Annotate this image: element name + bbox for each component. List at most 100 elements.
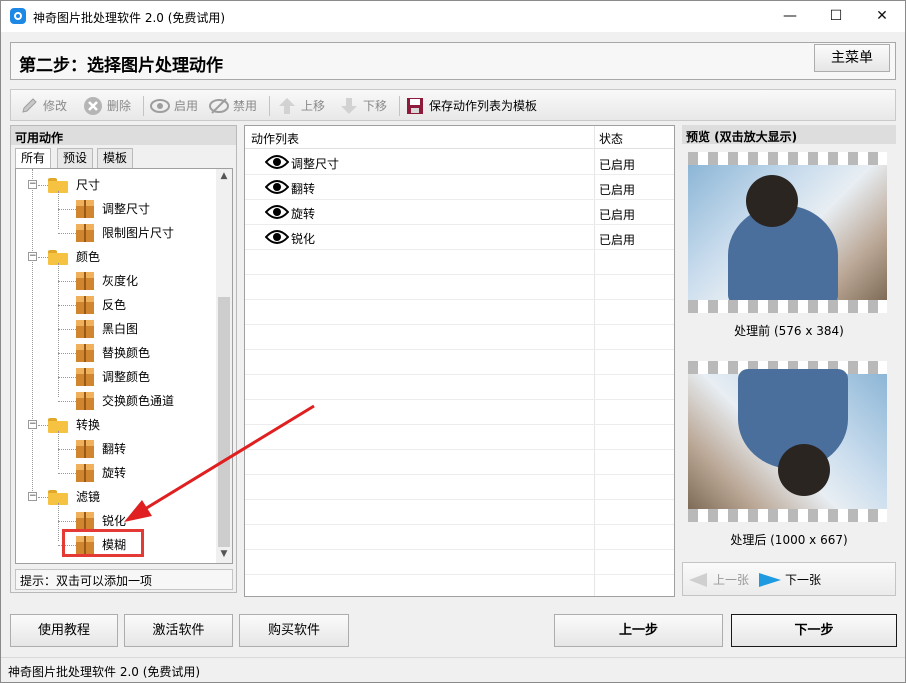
move-up-button[interactable]: 上移 [277, 94, 333, 118]
empty-row [245, 450, 674, 475]
list-header: 动作列表 状态 [245, 126, 674, 149]
preview-before-image[interactable] [688, 152, 887, 313]
toolbar-divider [143, 96, 144, 116]
enable-button[interactable]: 启用 [150, 94, 206, 118]
delete-button[interactable]: 删除 [83, 94, 139, 118]
box-icon [76, 320, 94, 338]
empty-row [245, 550, 674, 575]
tree-line [58, 209, 76, 210]
available-actions-panel: 可用动作 所有 预设 模板 − 尺寸 调整尺寸 限制图片尺寸 − 颜色 灰度化 … [10, 125, 237, 593]
tree-line [58, 473, 76, 474]
before-caption: 处理前 (576 x 384) [734, 324, 844, 338]
box-icon [76, 224, 94, 242]
empty-row [245, 400, 674, 425]
box-icon [76, 344, 94, 362]
arrow-left-icon [689, 573, 707, 587]
collapse-toggle[interactable]: − [28, 180, 37, 189]
box-icon [76, 296, 94, 314]
preview-after-image[interactable] [688, 361, 887, 522]
table-row[interactable]: 翻转 已启用 [245, 175, 674, 200]
step-header: 第二步：选择图片处理动作 [10, 42, 896, 80]
empty-row [245, 500, 674, 525]
tree-line [38, 425, 48, 426]
tab-templates[interactable]: 模板 [97, 148, 134, 168]
app-window: 神奇图片批处理软件 2.0 (免费试用) — ☐ ✕ 第二步：选择图片处理动作 … [0, 0, 906, 683]
eye-icon [265, 230, 289, 244]
tree-line [32, 169, 33, 499]
empty-row [245, 300, 674, 325]
preview-panel: 预览 (双击放大显示) 处理前 (576 x 384) 处理后 (1000 x … [682, 125, 896, 597]
table-row[interactable]: 锐化 已启用 [245, 225, 674, 250]
scroll-thumb[interactable] [218, 297, 230, 547]
arrow-up-icon [279, 98, 295, 114]
toolbar-divider [399, 96, 400, 116]
eye-icon [150, 99, 170, 113]
delete-icon [84, 97, 102, 115]
disable-button[interactable]: 禁用 [209, 94, 265, 118]
minimize-button[interactable]: — [767, 1, 813, 32]
save-template-button[interactable]: 保存动作列表为模板 [405, 94, 545, 118]
column-header-name[interactable]: 动作列表 [251, 130, 299, 147]
tree-line [38, 497, 48, 498]
close-button[interactable]: ✕ [859, 1, 905, 32]
tab-all[interactable]: 所有 [15, 148, 52, 169]
collapse-toggle[interactable]: − [28, 252, 37, 261]
table-row[interactable]: 调整尺寸 已启用 [245, 150, 674, 175]
tree-line [58, 377, 76, 378]
tree-line [58, 305, 76, 306]
box-icon [76, 512, 94, 530]
column-header-state[interactable]: 状态 [599, 130, 623, 147]
collapse-toggle[interactable]: − [28, 492, 37, 501]
tree-line [58, 449, 76, 450]
box-icon [76, 200, 94, 218]
prev-step-button[interactable]: 上一步 [554, 614, 723, 647]
panel-title: 可用动作 [11, 126, 236, 145]
maximize-button[interactable]: ☐ [813, 1, 859, 32]
empty-row [245, 475, 674, 500]
empty-row [245, 250, 674, 275]
activate-button[interactable]: 激活软件 [124, 614, 233, 647]
transparency-strip [688, 509, 887, 522]
tree-line [58, 233, 76, 234]
tree-line [58, 353, 76, 354]
edit-button[interactable]: 修改 [19, 94, 83, 118]
transparency-strip [688, 300, 887, 313]
preview-title: 预览 (双击放大显示) [682, 125, 896, 144]
main-menu-button[interactable]: 主菜单 [814, 44, 890, 72]
after-caption: 处理后 (1000 x 667) [730, 533, 848, 547]
eye-icon [265, 155, 289, 169]
scroll-down-icon[interactable]: ▼ [219, 549, 229, 559]
box-icon [76, 392, 94, 410]
image-navigation: 上一张 下一张 [682, 562, 896, 596]
move-down-button[interactable]: 下移 [339, 94, 395, 118]
empty-row [245, 275, 674, 300]
tree-line [58, 281, 76, 282]
buy-button[interactable]: 购买软件 [239, 614, 349, 647]
app-icon [10, 8, 26, 24]
photo-subject-head [746, 175, 798, 227]
title-bar: 神奇图片批处理软件 2.0 (免费试用) — ☐ ✕ [1, 1, 905, 32]
table-row[interactable]: 旋转 已启用 [245, 200, 674, 225]
box-icon [76, 272, 94, 290]
hint-text: 提示：双击可以添加一项 [15, 569, 233, 590]
scroll-up-icon[interactable]: ▲ [219, 171, 229, 181]
toolbar-divider [269, 96, 270, 116]
photo [688, 165, 887, 305]
empty-row [245, 350, 674, 375]
eye-icon [265, 205, 289, 219]
empty-row [245, 375, 674, 400]
eye-off-icon [209, 98, 229, 114]
tree-line [58, 329, 76, 330]
tutorial-button[interactable]: 使用教程 [10, 614, 118, 647]
collapse-toggle[interactable]: − [28, 420, 37, 429]
tree-line [58, 191, 59, 229]
status-bar: 神奇图片批处理软件 2.0 (免费试用) [1, 657, 905, 682]
tab-presets[interactable]: 预设 [57, 148, 94, 168]
next-step-button[interactable]: 下一步 [731, 614, 897, 647]
arrow-right-icon [759, 573, 781, 587]
tree-line [38, 185, 48, 186]
window-title: 神奇图片批处理软件 2.0 (免费试用) [33, 11, 226, 25]
tree-line [58, 431, 59, 469]
empty-row [245, 525, 674, 550]
tree-scrollbar[interactable]: ▲ ▼ [216, 169, 232, 563]
